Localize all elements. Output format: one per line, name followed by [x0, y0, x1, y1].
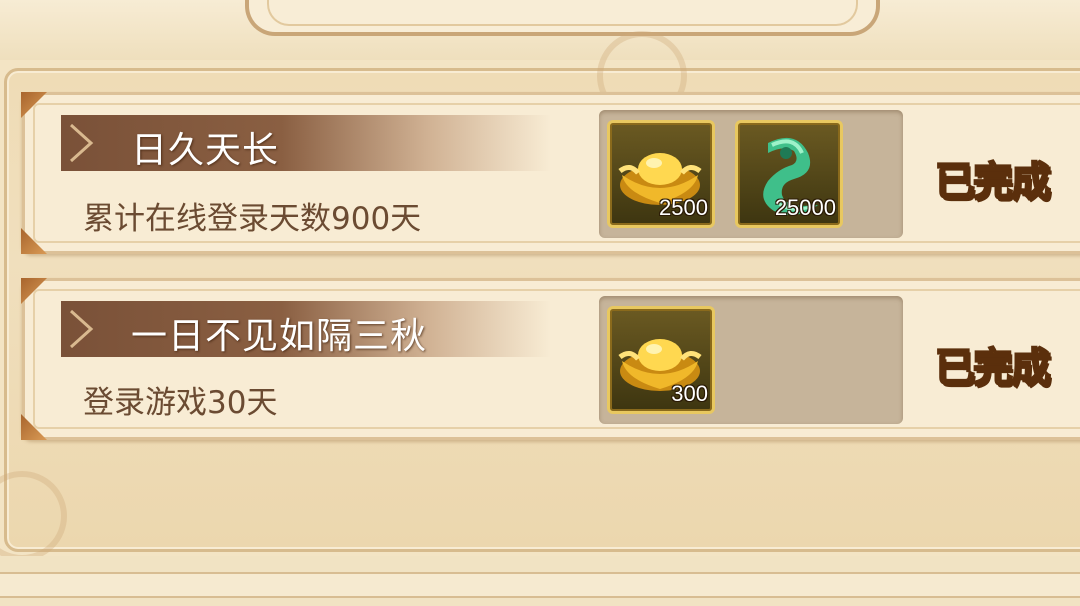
- quest-status-completed: 已完成: [934, 344, 1052, 392]
- reward-count: 25000: [774, 195, 836, 220]
- chevron-right-icon: [69, 309, 94, 349]
- quest-title-band: 一日不见如隔三秋: [61, 301, 551, 357]
- reward-count: 2500: [659, 195, 708, 220]
- quest-title-band: 日久天长: [61, 115, 551, 171]
- row-corner-ornament: [21, 278, 47, 304]
- top-frame: [0, 0, 1080, 60]
- bottom-frame-band: [0, 572, 1080, 598]
- row-corner-ornament: [21, 228, 47, 254]
- chevron-right-icon: [69, 123, 94, 163]
- reward-item[interactable]: 2500: [607, 120, 715, 228]
- quest-description: 登录游戏30天: [83, 385, 278, 421]
- quest-status-completed: 已完成: [934, 158, 1052, 206]
- reward-item[interactable]: 300: [607, 306, 715, 414]
- quest-row: 一日不见如隔三秋 登录游戏30天 300 已完成: [21, 278, 1080, 440]
- row-corner-ornament: [21, 414, 47, 440]
- reward-count: 300: [671, 381, 708, 406]
- quest-title: 日久天长: [131, 130, 280, 171]
- panel-decoration: [0, 471, 67, 561]
- reward-box: 2500 25000: [599, 110, 903, 238]
- quest-description: 累计在线登录天数900天: [83, 201, 422, 237]
- reward-item[interactable]: 25000: [735, 120, 843, 228]
- top-tab-frame: [245, 0, 880, 36]
- row-corner-ornament: [21, 92, 47, 118]
- reward-box: 300: [599, 296, 903, 424]
- quest-row: 日久天长 累计在线登录天数900天 2500 25000 已完成: [21, 92, 1080, 254]
- quest-title: 一日不见如隔三秋: [131, 316, 428, 357]
